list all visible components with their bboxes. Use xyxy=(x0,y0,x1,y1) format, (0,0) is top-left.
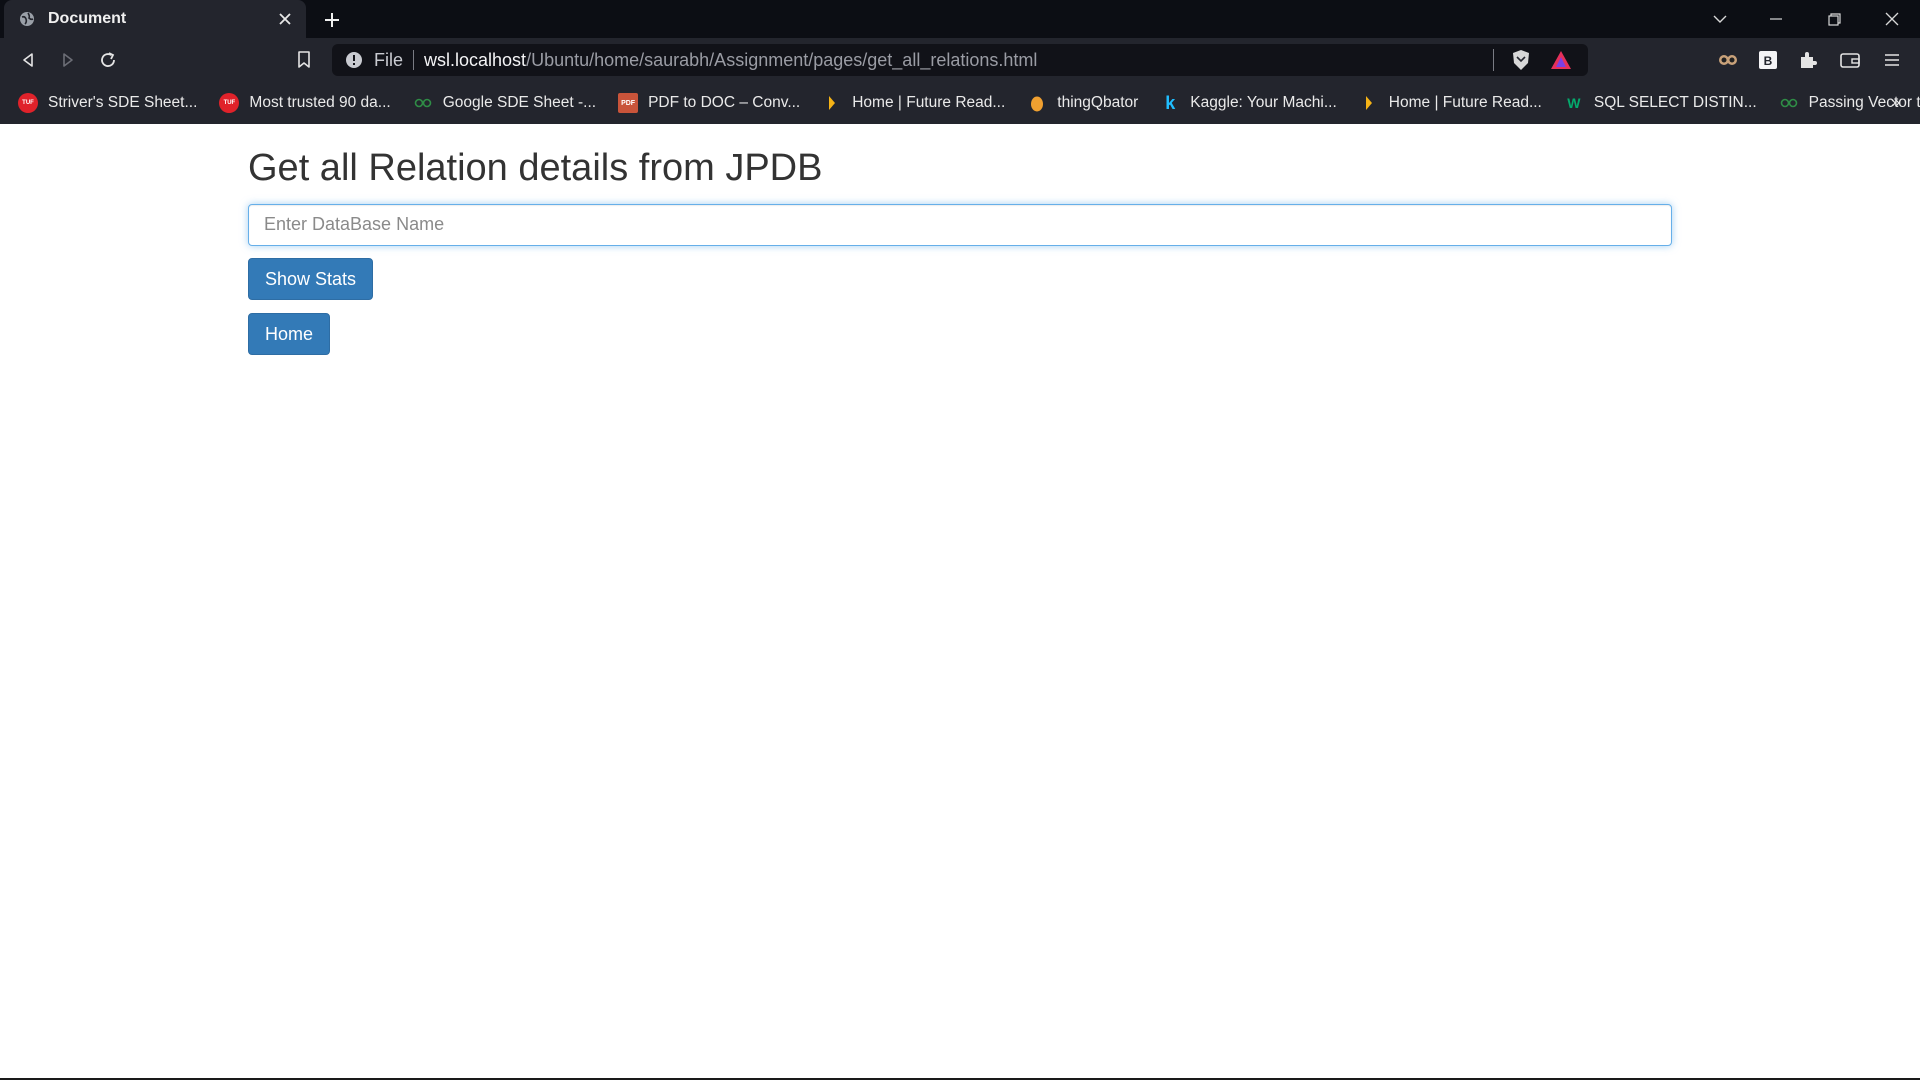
home-row: Home xyxy=(248,300,1672,355)
extension-b-icon[interactable]: B xyxy=(1752,44,1784,76)
bookmark-label: Kaggle: Your Machi... xyxy=(1190,94,1337,111)
bookmark-label: Most trusted 90 da... xyxy=(249,94,391,111)
egg-icon xyxy=(1027,93,1047,113)
bookmark-item[interactable]: Home | Future Read... xyxy=(1359,93,1542,113)
tab-title: Document xyxy=(48,10,127,27)
browser-toolbar: File wsl.localhost/Ubuntu/home/saurabh/A… xyxy=(0,38,1920,82)
extensions-puzzle-icon[interactable] xyxy=(1792,44,1824,76)
future-read-icon xyxy=(1359,93,1379,113)
url-scheme-label: File xyxy=(374,49,404,70)
bookmark-item[interactable]: PDF PDF to DOC – Conv... xyxy=(618,93,800,113)
tuf-icon: TUF xyxy=(219,93,240,113)
show-stats-row: Show Stats xyxy=(248,246,1672,300)
future-read-icon xyxy=(822,93,842,113)
page-viewport: Get all Relation details from JPDB Show … xyxy=(0,124,1920,1080)
site-info-icon[interactable] xyxy=(344,50,364,70)
close-window-icon[interactable] xyxy=(1864,0,1920,38)
bookmark-label: Google SDE Sheet -... xyxy=(442,94,597,111)
bookmark-item[interactable]: Google SDE Sheet -... xyxy=(413,93,596,113)
home-button[interactable]: Home xyxy=(248,312,331,355)
reload-button[interactable] xyxy=(92,44,124,76)
bookmark-label: Passing Vector to a... xyxy=(1808,94,1920,111)
tab-search-chevron-icon[interactable] xyxy=(1692,0,1748,38)
bookmark-item[interactable]: TUF Striver's SDE Sheet... xyxy=(18,93,197,113)
show-stats-button[interactable]: Show Stats xyxy=(248,257,374,300)
page-title: Get all Relation details from JPDB xyxy=(248,147,823,189)
bookmark-label: Striver's SDE Sheet... xyxy=(48,94,198,111)
bookmark-item[interactable]: k Kaggle: Your Machi... xyxy=(1160,93,1337,113)
database-name-input[interactable] xyxy=(248,203,1672,246)
bookmark-item[interactable]: TUF Most trusted 90 da... xyxy=(219,93,391,113)
url-text[interactable]: wsl.localhost/Ubuntu/home/saurabh/Assign… xyxy=(424,50,1493,71)
bookmark-label: PDF to DOC – Conv... xyxy=(648,94,801,111)
bookmarks-overflow-icon[interactable]: » xyxy=(1891,94,1900,112)
pdf-doc-icon: PDF xyxy=(618,93,639,113)
url-host: wsl.localhost xyxy=(424,49,527,70)
minimize-icon[interactable] xyxy=(1748,0,1804,38)
close-tab-icon[interactable] xyxy=(274,8,296,30)
url-path: /Ubuntu/home/saurabh/Assignment/pages/ge… xyxy=(526,49,1038,70)
bookmark-label: Home | Future Read... xyxy=(852,94,1006,111)
bookmark-item[interactable]: thingQbator xyxy=(1027,93,1138,113)
brave-shields-icon[interactable] xyxy=(1508,47,1534,73)
bookmark-icon[interactable] xyxy=(288,44,320,76)
bookmarks-bar: TUF Striver's SDE Sheet... TUF Most trusted… xyxy=(0,82,1920,124)
forward-button[interactable] xyxy=(52,44,84,76)
bookmark-label: Home | Future Read... xyxy=(1388,94,1542,111)
kaggle-icon: k xyxy=(1165,92,1176,113)
tab-document[interactable]: Document xyxy=(4,0,306,38)
gfg-icon xyxy=(1779,93,1799,113)
content-container: Get all Relation details from JPDB Show … xyxy=(248,124,1672,355)
tab-strip: Document xyxy=(0,0,1920,38)
svg-text:B: B xyxy=(1764,54,1773,68)
restore-icon[interactable] xyxy=(1806,0,1862,38)
omnibox-divider xyxy=(1493,49,1494,71)
brave-rewards-icon[interactable] xyxy=(1548,47,1574,73)
back-button[interactable] xyxy=(12,44,44,76)
address-bar[interactable]: File wsl.localhost/Ubuntu/home/saurabh/A… xyxy=(332,44,1588,76)
gfg-icon xyxy=(413,93,433,113)
bookmark-item[interactable]: Home | Future Read... xyxy=(822,93,1005,113)
globe-icon xyxy=(18,10,36,28)
wallet-icon[interactable] xyxy=(1834,44,1866,76)
new-tab-button[interactable] xyxy=(318,6,346,34)
w3schools-icon: W xyxy=(1567,95,1581,111)
menu-icon[interactable] xyxy=(1876,44,1908,76)
url-divider xyxy=(413,50,415,70)
bookmark-label: SQL SELECT DISTIN... xyxy=(1593,94,1757,111)
extension-owl-icon[interactable] xyxy=(1712,44,1744,76)
tuf-icon: TUF xyxy=(18,93,38,113)
bookmark-item[interactable]: W SQL SELECT DISTIN... xyxy=(1564,93,1757,113)
bookmark-label: thingQbator xyxy=(1057,94,1139,111)
